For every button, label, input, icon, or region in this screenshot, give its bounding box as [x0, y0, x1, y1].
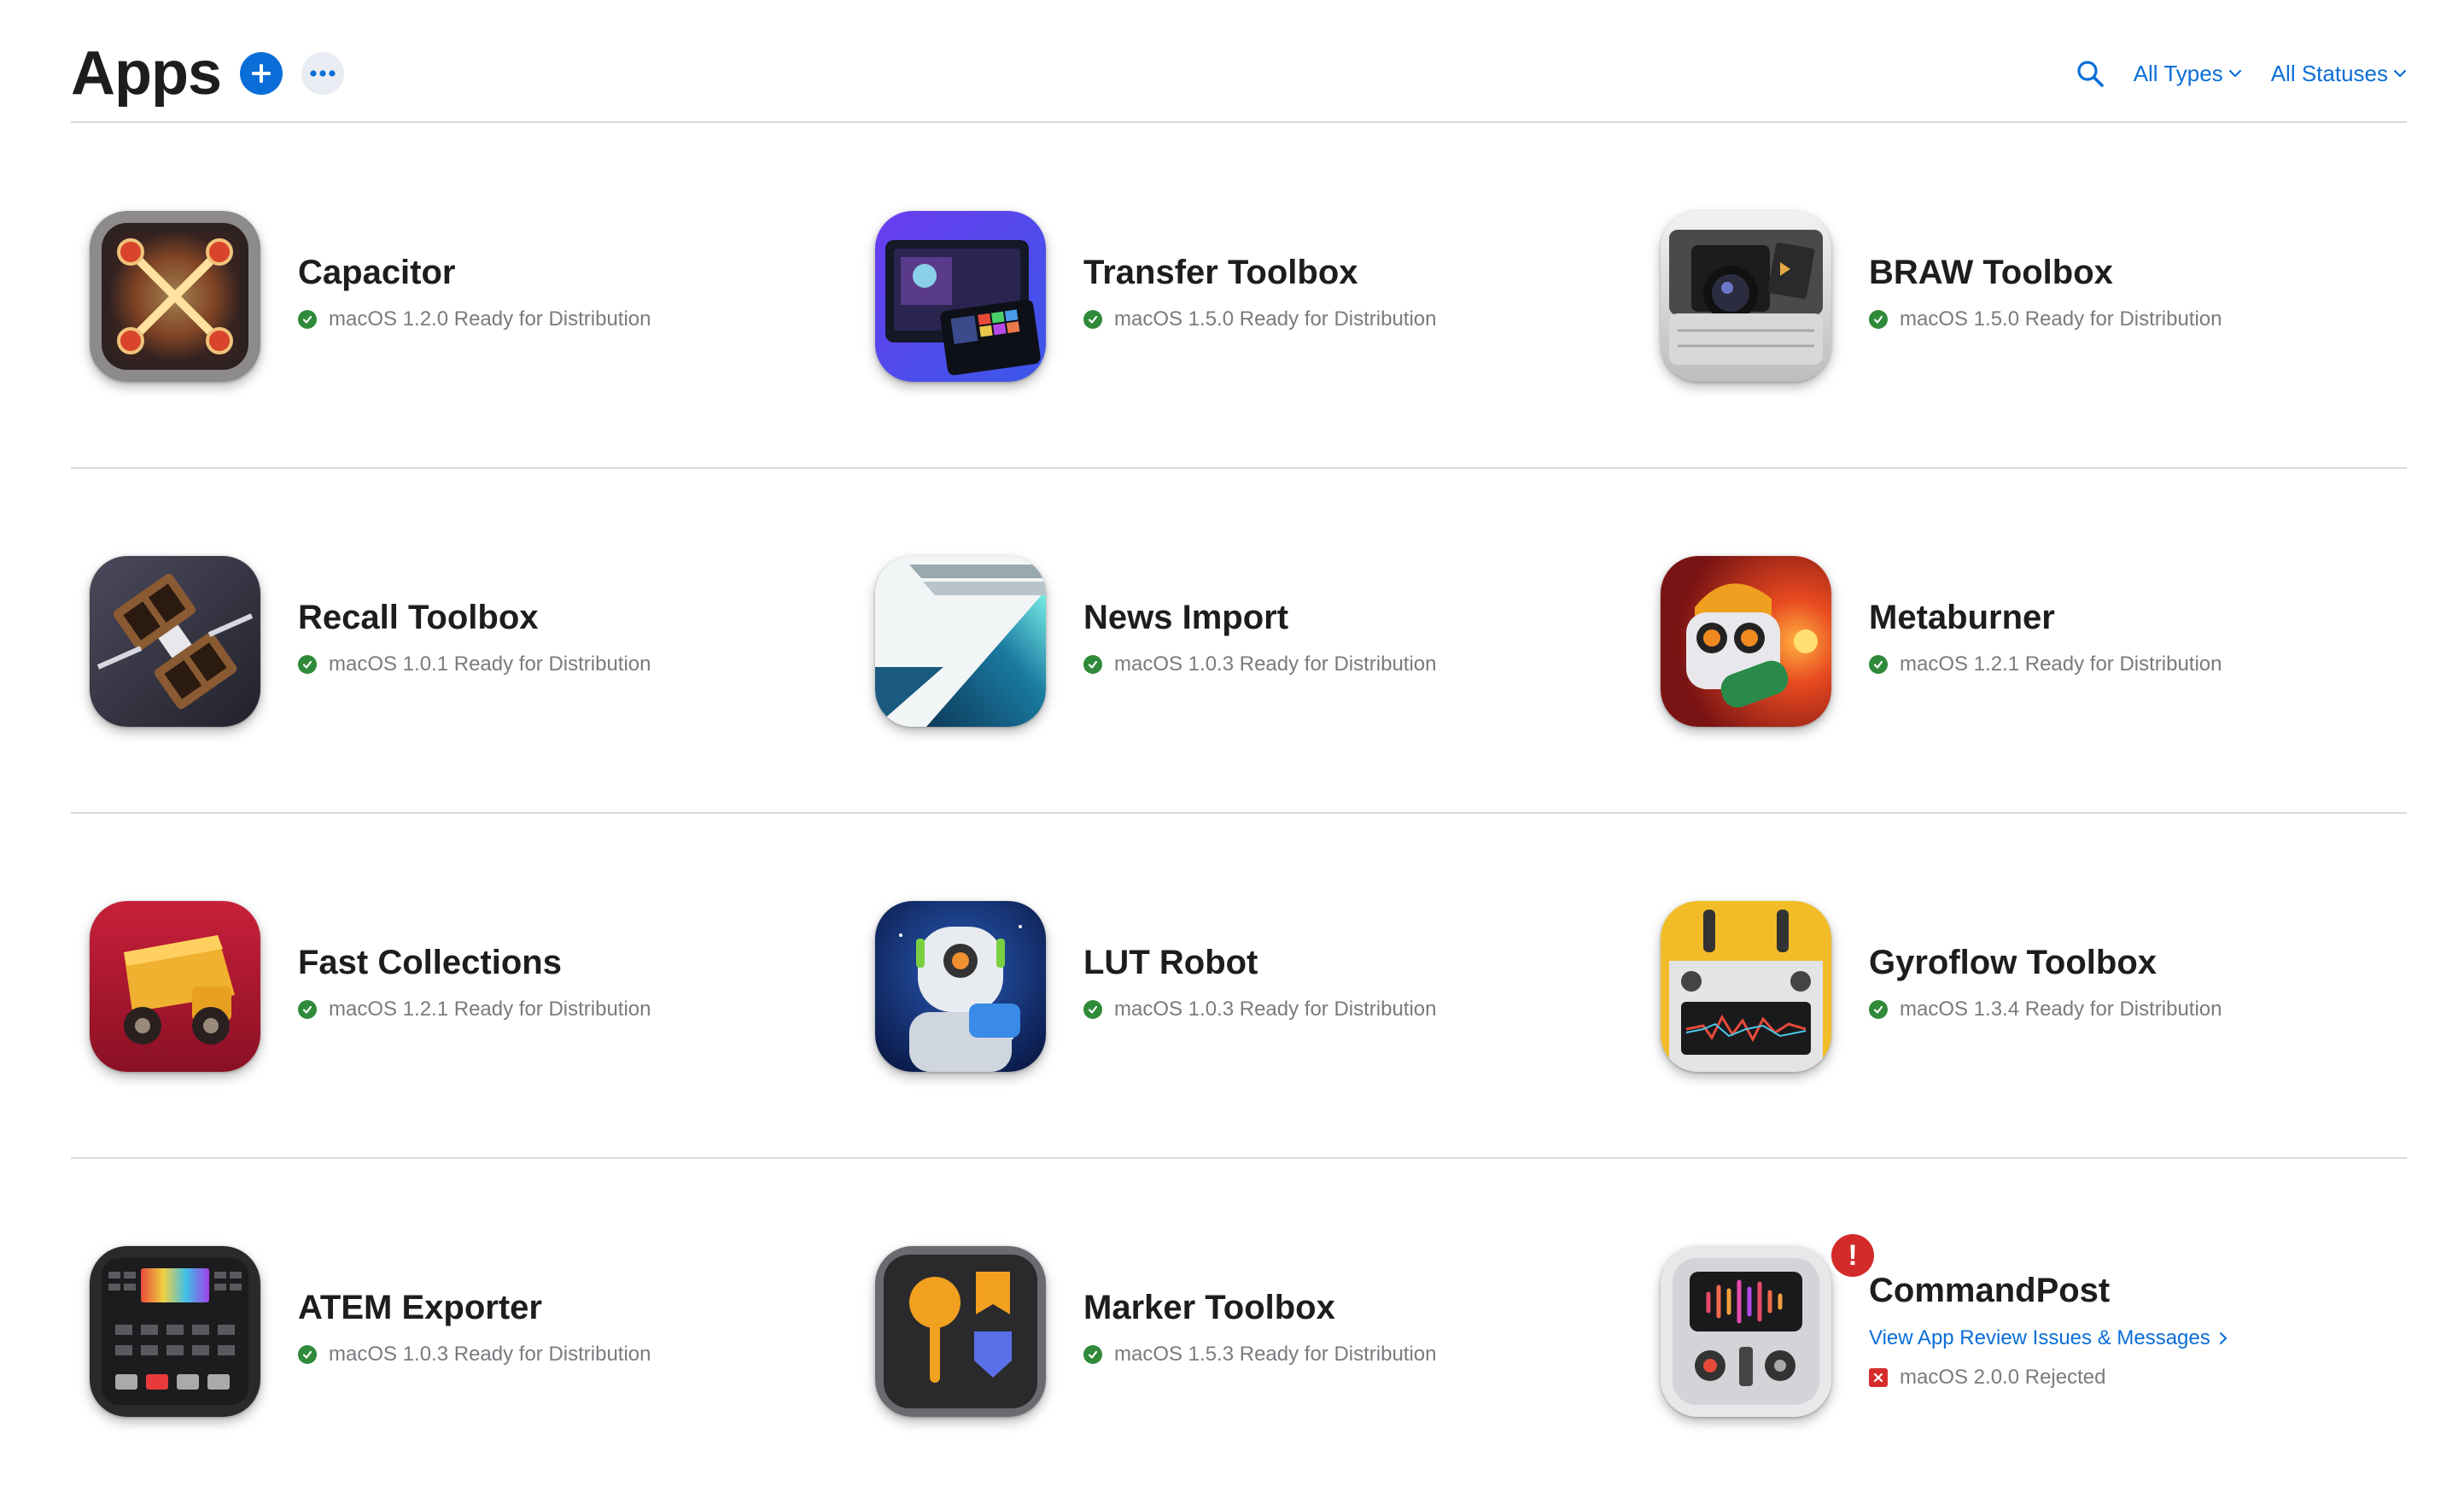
- more-options-button[interactable]: [301, 52, 344, 95]
- app-card-metaburner[interactable]: Metaburner macOS 1.2.1 Ready for Distrib…: [1642, 469, 2410, 814]
- page-title: Apps: [71, 39, 222, 108]
- checkmark-icon: [1083, 310, 1102, 329]
- status-text: macOS 2.0.0 Rejected: [1900, 1366, 2106, 1389]
- chevron-down-icon: [2393, 69, 2407, 78]
- app-card-transfer-toolbox[interactable]: Transfer Toolbox macOS 1.5.0 Ready for D…: [856, 124, 1625, 469]
- metaburner-icon: [1661, 556, 1831, 727]
- app-status: macOS 1.0.3 Ready for Distribution: [1083, 653, 1437, 676]
- app-card-marker-toolbox[interactable]: Marker Toolbox macOS 1.5.3 Ready for Dis…: [856, 1159, 1625, 1504]
- checkmark-icon: [298, 1345, 317, 1364]
- checkmark-icon: [298, 655, 317, 674]
- fast-collections-icon: [90, 901, 260, 1072]
- app-status: macOS 1.5.3 Ready for Distribution: [1083, 1343, 1437, 1366]
- checkmark-icon: [1869, 310, 1888, 329]
- ellipsis-icon: [310, 70, 336, 77]
- app-name: Transfer Toolbox: [1083, 254, 1358, 291]
- news-import-icon: [875, 556, 1046, 727]
- status-text: macOS 1.5.3 Ready for Distribution: [1114, 1343, 1437, 1366]
- app-status: macOS 1.0.1 Ready for Distribution: [298, 653, 651, 676]
- commandpost-icon: [1661, 1246, 1831, 1417]
- status-text: macOS 1.2.1 Ready for Distribution: [329, 998, 651, 1021]
- app-name: Metaburner: [1869, 599, 2055, 636]
- app-name: Marker Toolbox: [1083, 1289, 1335, 1326]
- header-controls: All Types All Statuses: [2076, 59, 2407, 88]
- status-text: macOS 1.0.3 Ready for Distribution: [329, 1343, 651, 1366]
- gyroflow-toolbox-icon: [1661, 901, 1831, 1072]
- app-card-atem-exporter[interactable]: ATEM Exporter macOS 1.0.3 Ready for Dist…: [71, 1159, 839, 1504]
- status-text: macOS 1.5.0 Ready for Distribution: [1114, 307, 1437, 331]
- app-status: macOS 1.2.1 Ready for Distribution: [298, 998, 651, 1021]
- app-status: macOS 1.0.3 Ready for Distribution: [298, 1343, 651, 1366]
- checkmark-icon: [1869, 655, 1888, 674]
- apps-row: Capacitor macOS 1.2.0 Ready for Distribu…: [71, 124, 2407, 469]
- status-text: macOS 1.0.3 Ready for Distribution: [1114, 998, 1437, 1021]
- app-name: LUT Robot: [1083, 944, 1258, 981]
- search-icon[interactable]: [2076, 59, 2105, 88]
- app-status: macOS 1.2.1 Ready for Distribution: [1869, 653, 2222, 676]
- app-card-recall-toolbox[interactable]: Recall Toolbox macOS 1.0.1 Ready for Dis…: [71, 469, 839, 814]
- checkmark-icon: [1869, 1000, 1888, 1019]
- checkmark-icon: [1083, 655, 1102, 674]
- plus-circle-icon: [252, 64, 271, 83]
- atem-exporter-icon: [90, 1246, 260, 1417]
- checkmark-icon: [1083, 1000, 1102, 1019]
- status-text: macOS 1.0.3 Ready for Distribution: [1114, 653, 1437, 676]
- app-card-commandpost[interactable]: ! CommandPost View App Review Issues & M…: [1642, 1159, 2410, 1504]
- app-status: macOS 1.0.3 Ready for Distribution: [1083, 998, 1437, 1021]
- braw-toolbox-icon: [1661, 211, 1831, 382]
- capacitor-icon: [90, 211, 260, 382]
- app-name: Gyroflow Toolbox: [1869, 944, 2157, 981]
- app-card-news-import[interactable]: News Import macOS 1.0.3 Ready for Distri…: [856, 469, 1625, 814]
- page-header: Apps All Types All Statuses: [71, 26, 2407, 121]
- app-status: macOS 2.0.0 Rejected: [1869, 1366, 2105, 1390]
- review-issues-label: View App Review Issues & Messages: [1869, 1326, 2210, 1349]
- app-name: Recall Toolbox: [298, 599, 539, 636]
- chevron-down-icon: [2228, 69, 2241, 78]
- checkmark-icon: [298, 310, 317, 329]
- status-text: macOS 1.0.1 Ready for Distribution: [329, 653, 651, 676]
- app-status: macOS 1.2.0 Ready for Distribution: [298, 307, 651, 331]
- chevron-right-icon: [2219, 1332, 2227, 1344]
- transfer-toolbox-icon: [875, 211, 1046, 382]
- alert-badge: !: [1831, 1234, 1874, 1277]
- app-status: macOS 1.5.0 Ready for Distribution: [1869, 307, 2222, 331]
- lut-robot-icon: [875, 901, 1046, 1072]
- app-name: BRAW Toolbox: [1869, 254, 2113, 291]
- apps-row: ATEM Exporter macOS 1.0.3 Ready for Dist…: [71, 1159, 2407, 1504]
- marker-toolbox-icon: [875, 1246, 1046, 1417]
- app-name: CommandPost: [1869, 1272, 2111, 1309]
- app-name: Fast Collections: [298, 944, 562, 981]
- status-text: macOS 1.3.4 Ready for Distribution: [1900, 998, 2222, 1021]
- header-divider: [71, 121, 2407, 123]
- add-app-button[interactable]: [240, 52, 283, 95]
- rejected-icon: [1869, 1368, 1888, 1387]
- app-card-capacitor[interactable]: Capacitor macOS 1.2.0 Ready for Distribu…: [71, 124, 839, 469]
- all-types-filter[interactable]: All Types: [2134, 61, 2242, 87]
- all-types-label: All Types: [2133, 60, 2223, 86]
- apps-row: Fast Collections macOS 1.2.1 Ready for D…: [71, 814, 2407, 1159]
- apps-page: Apps All Types All Statuses Capacitor ma…: [0, 0, 2464, 1457]
- app-name: ATEM Exporter: [298, 1289, 542, 1326]
- app-card-lut-robot[interactable]: LUT Robot macOS 1.0.3 Ready for Distribu…: [856, 814, 1625, 1159]
- apps-row: Recall Toolbox macOS 1.0.1 Ready for Dis…: [71, 469, 2407, 814]
- all-statuses-label: All Statuses: [2270, 60, 2388, 86]
- app-card-fast-collections[interactable]: Fast Collections macOS 1.2.1 Ready for D…: [71, 814, 839, 1159]
- view-review-issues-link[interactable]: View App Review Issues & Messages: [1869, 1326, 2228, 1350]
- app-name: News Import: [1083, 599, 1289, 636]
- app-name: Capacitor: [298, 254, 456, 291]
- app-card-braw-toolbox[interactable]: BRAW Toolbox macOS 1.5.0 Ready for Distr…: [1642, 124, 2410, 469]
- status-text: macOS 1.5.0 Ready for Distribution: [1900, 307, 2222, 331]
- apps-grid: Capacitor macOS 1.2.0 Ready for Distribu…: [71, 124, 2407, 1504]
- status-text: macOS 1.2.1 Ready for Distribution: [1900, 653, 2222, 676]
- app-card-gyroflow-toolbox[interactable]: Gyroflow Toolbox macOS 1.3.4 Ready for D…: [1642, 814, 2410, 1159]
- app-status: macOS 1.5.0 Ready for Distribution: [1083, 307, 1437, 331]
- checkmark-icon: [298, 1000, 317, 1019]
- status-text: macOS 1.2.0 Ready for Distribution: [329, 307, 651, 331]
- all-statuses-filter[interactable]: All Statuses: [2271, 61, 2407, 87]
- checkmark-icon: [1083, 1345, 1102, 1364]
- app-status: macOS 1.3.4 Ready for Distribution: [1869, 998, 2222, 1021]
- recall-toolbox-icon: [90, 556, 260, 727]
